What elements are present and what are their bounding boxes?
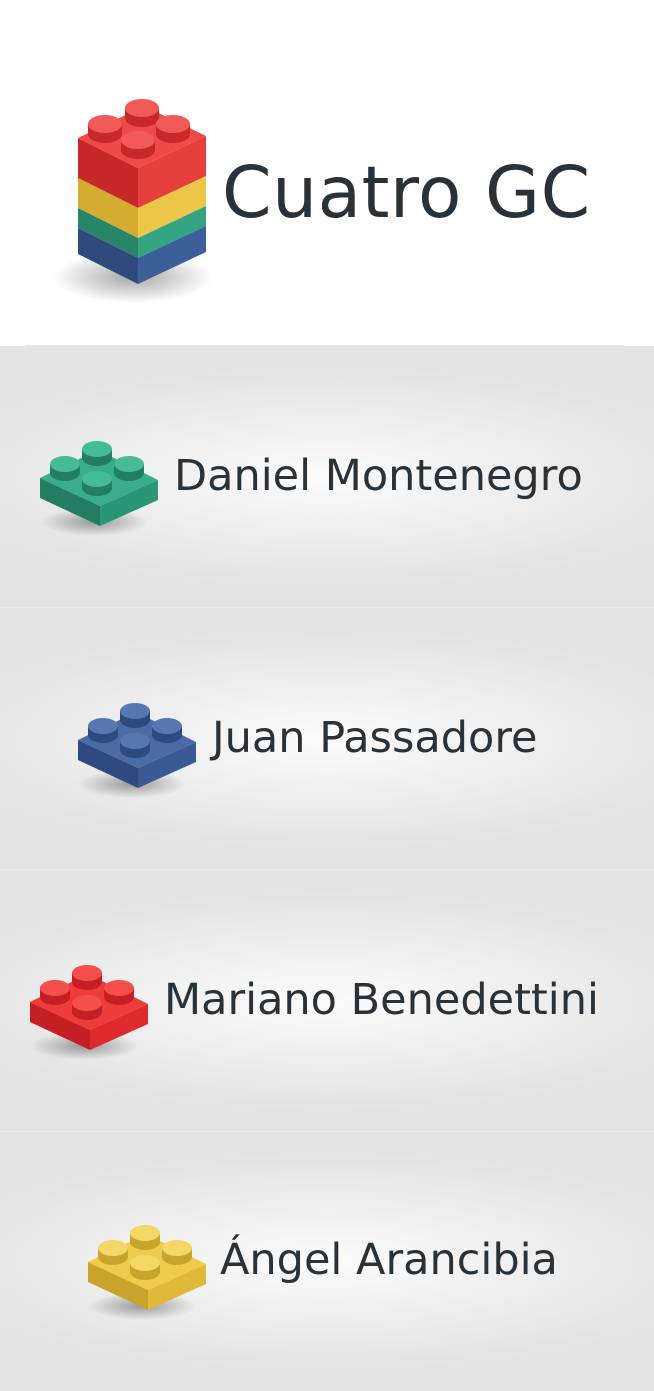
member-card: Mariano Benedettini — [0, 870, 654, 1132]
member-name: Ángel Arancibia — [220, 1235, 558, 1285]
member-name: Daniel Montenegro — [174, 451, 583, 501]
green-brick-icon — [40, 441, 158, 536]
member-card: Daniel Montenegro — [0, 346, 654, 608]
stacked-brick-icon — [53, 99, 213, 303]
member-name: Juan Passadore — [212, 713, 538, 763]
logo-panel: Cuatro GC — [0, 0, 654, 346]
blue-brick-icon — [78, 703, 196, 798]
brand-title: Cuatro GC — [222, 151, 591, 234]
member-card: Juan Passadore — [0, 608, 654, 870]
member-card: Ángel Arancibia — [0, 1132, 654, 1391]
yellow-brick-icon — [88, 1225, 206, 1320]
red-brick-icon — [30, 965, 148, 1060]
member-name: Mariano Benedettini — [164, 975, 599, 1025]
